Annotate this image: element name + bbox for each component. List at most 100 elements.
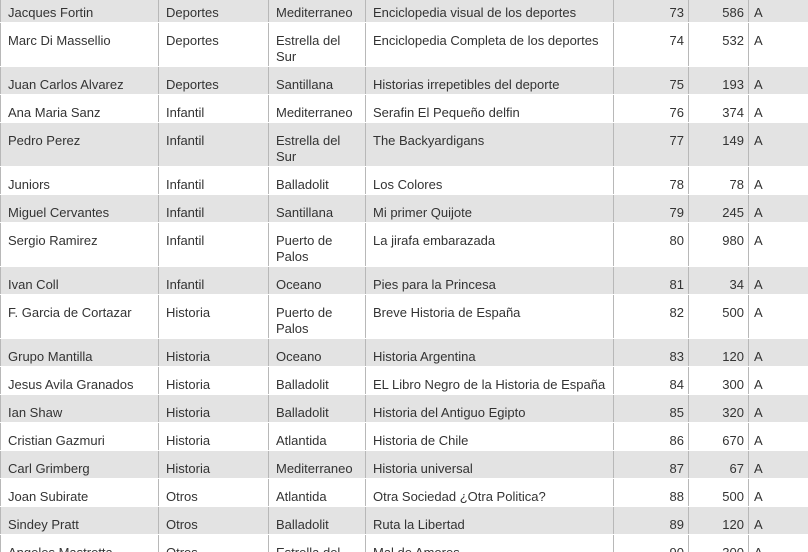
publisher-cell: Estrella del Sur xyxy=(268,122,366,167)
author-cell: Marc Di Massellio xyxy=(0,22,159,67)
pages-cell: 500 xyxy=(688,294,749,339)
table-row[interactable]: Sergio Ramirez Infantil Puerto de Palos La … xyxy=(0,222,808,267)
category-cell: Infantil xyxy=(158,166,269,195)
author-cell: Carl Grimberg xyxy=(0,450,159,479)
status-cell: A xyxy=(748,338,808,367)
table-row[interactable]: Carl Grimberg Historia Mediterraneo Histori… xyxy=(0,450,808,479)
table-body: Jacques Fortin Deportes Mediterraneo Encicl… xyxy=(0,0,808,552)
status-cell: A xyxy=(748,266,808,295)
publisher-cell: Mediterraneo xyxy=(268,94,366,123)
id-cell: 75 xyxy=(613,66,689,95)
table-row[interactable]: Grupo Mantilla Historia Oceano Historia Arg… xyxy=(0,338,808,367)
books-table: Jacques Fortin Deportes Mediterraneo Encicl… xyxy=(0,0,808,552)
publisher-cell: Mediterraneo xyxy=(268,0,366,23)
id-cell: 78 xyxy=(613,166,689,195)
table-row[interactable]: Angeles MastrettaOtrosEstrella del SurMa… xyxy=(0,534,808,552)
category-cell: Deportes xyxy=(158,22,269,67)
category-cell: Infantil xyxy=(158,266,269,295)
author-cell: Sindey Pratt xyxy=(0,506,159,535)
category-cell: Historia xyxy=(158,422,269,451)
id-cell: 87 xyxy=(613,450,689,479)
id-cell: 83 xyxy=(613,338,689,367)
publisher-cell: Santillana xyxy=(268,66,366,95)
id-cell: 90 xyxy=(613,534,689,552)
author-cell: F. Garcia de Cortazar xyxy=(0,294,159,339)
publisher-cell: Oceano xyxy=(268,266,366,295)
pages-cell: 670 xyxy=(688,422,749,451)
id-cell: 81 xyxy=(613,266,689,295)
id-cell: 88 xyxy=(613,478,689,507)
pages-cell: 149 xyxy=(688,122,749,167)
table-row[interactable]: Ivan Coll Infantil Oceano Pies para la Prin… xyxy=(0,266,808,295)
title-cell: Pies para la Princesa xyxy=(365,266,614,295)
title-cell: EL Libro Negro de la Historia de España xyxy=(365,366,614,395)
table-row[interactable]: Ana Maria Sanz Infantil Mediterraneo Serafi… xyxy=(0,94,808,123)
author-cell: Miguel Cervantes xyxy=(0,194,159,223)
table-row[interactable]: Joan Subirate Otros Atlantida Otra Sociedad… xyxy=(0,478,808,507)
id-cell: 79 xyxy=(613,194,689,223)
publisher-cell: Puerto de Palos xyxy=(268,294,366,339)
category-cell: Historia xyxy=(158,394,269,423)
id-cell: 89 xyxy=(613,506,689,535)
publisher-cell: Atlantida xyxy=(268,478,366,507)
pages-cell: 120 xyxy=(688,338,749,367)
status-cell: A xyxy=(748,394,808,423)
title-cell: Serafin El Pequeño delfin xyxy=(365,94,614,123)
pages-cell: 532 xyxy=(688,22,749,67)
pages-cell: 500 xyxy=(688,478,749,507)
category-cell: Otros xyxy=(158,478,269,507)
status-cell: A xyxy=(748,194,808,223)
pages-cell: 67 xyxy=(688,450,749,479)
pages-cell: 374 xyxy=(688,94,749,123)
table-row[interactable]: F. Garcia de Cortazar Historia Puerto de P… xyxy=(0,294,808,339)
author-cell: Juniors xyxy=(0,166,159,195)
pages-cell: 300 xyxy=(688,534,749,552)
status-cell: A xyxy=(748,66,808,95)
publisher-cell: Oceano xyxy=(268,338,366,367)
status-cell: A xyxy=(748,366,808,395)
title-cell: Mal de Amores xyxy=(365,534,614,552)
table-row[interactable]: Jesus Avila Granados Historia Balladolit EL… xyxy=(0,366,808,395)
pages-cell: 120 xyxy=(688,506,749,535)
status-cell: A xyxy=(748,222,808,267)
publisher-cell: Estrella del Sur xyxy=(268,22,366,67)
category-cell: Otros xyxy=(158,534,269,552)
pages-cell: 586 xyxy=(688,0,749,23)
pages-cell: 193 xyxy=(688,66,749,95)
status-cell: A xyxy=(748,506,808,535)
table-row[interactable]: Cristian Gazmuri Historia Atlantida Histori… xyxy=(0,422,808,451)
category-cell: Deportes xyxy=(158,66,269,95)
pages-cell: 245 xyxy=(688,194,749,223)
id-cell: 82 xyxy=(613,294,689,339)
table-row[interactable]: Pedro Perez Infantil Estrella del Sur The B… xyxy=(0,122,808,167)
title-cell: Ruta la Libertad xyxy=(365,506,614,535)
pages-cell: 34 xyxy=(688,266,749,295)
title-cell: Historia de Chile xyxy=(365,422,614,451)
pages-cell: 320 xyxy=(688,394,749,423)
table-row[interactable]: Jacques Fortin Deportes Mediterraneo Encicl… xyxy=(0,0,808,23)
author-cell: Joan Subirate xyxy=(0,478,159,507)
category-cell: Deportes xyxy=(158,0,269,23)
table-row[interactable]: Sindey Pratt Otros Balladolit Ruta la Liber… xyxy=(0,506,808,535)
table-row[interactable]: Marc Di Massellio Deportes Estrella del Su… xyxy=(0,22,808,67)
title-cell: Historia universal xyxy=(365,450,614,479)
id-cell: 84 xyxy=(613,366,689,395)
pages-cell: 78 xyxy=(688,166,749,195)
title-cell: Los Colores xyxy=(365,166,614,195)
id-cell: 73 xyxy=(613,0,689,23)
status-cell: A xyxy=(748,422,808,451)
pages-cell: 300 xyxy=(688,366,749,395)
title-cell: Otra Sociedad ¿Otra Politica? xyxy=(365,478,614,507)
id-cell: 76 xyxy=(613,94,689,123)
table-row[interactable]: Miguel Cervantes Infantil Santillana Mi pri… xyxy=(0,194,808,223)
table-row[interactable]: Juan Carlos Alvarez Deportes Santillana His… xyxy=(0,66,808,95)
author-cell: Cristian Gazmuri xyxy=(0,422,159,451)
table-row[interactable]: Juniors Infantil Balladolit Los Colores 78 78… xyxy=(0,166,808,195)
books-table-viewport: Jacques Fortin Deportes Mediterraneo Encicl… xyxy=(0,0,808,552)
table-row[interactable]: Ian Shaw Historia Balladolit Historia del A… xyxy=(0,394,808,423)
title-cell: The Backyardigans xyxy=(365,122,614,167)
category-cell: Infantil xyxy=(158,222,269,267)
id-cell: 86 xyxy=(613,422,689,451)
id-cell: 85 xyxy=(613,394,689,423)
title-cell: Historias irrepetibles del deporte xyxy=(365,66,614,95)
